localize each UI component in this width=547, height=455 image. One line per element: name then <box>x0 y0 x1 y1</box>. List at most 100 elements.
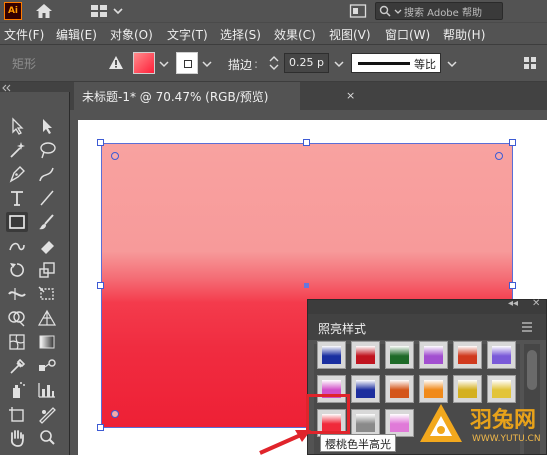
column-graph-tool-icon[interactable] <box>36 380 58 400</box>
style-swatch-blue-gloss[interactable] <box>317 341 346 369</box>
swatch-fill <box>390 414 409 432</box>
menu-bar: 文件(F) 编辑(E) 对象(O) 文字(T) 选择(S) 效果(C) 视图(V… <box>0 22 547 44</box>
close-panel-icon[interactable]: ✕ <box>532 298 540 309</box>
gradient-tool-icon[interactable] <box>36 332 58 352</box>
title-bar: Ai 搜索 Adobe 帮助 <box>0 0 547 22</box>
perspective-grid-tool-icon[interactable] <box>36 308 58 328</box>
rectangle-tool-icon[interactable] <box>6 212 28 232</box>
style-swatch-silver-gloss[interactable] <box>351 409 380 437</box>
pen-tool-icon[interactable] <box>6 164 28 184</box>
panel-menu-icon[interactable] <box>521 321 533 332</box>
selection-tool-icon[interactable] <box>6 116 28 136</box>
menu-edit[interactable]: 编辑(E) <box>56 26 97 43</box>
chevron-down-icon[interactable] <box>333 58 345 70</box>
lasso-tool-icon[interactable] <box>36 140 58 160</box>
chevron-down-icon[interactable] <box>201 58 213 70</box>
zoom-tool-icon[interactable] <box>36 428 58 448</box>
hand-tool-icon[interactable] <box>6 428 28 448</box>
document-tab[interactable]: 未标题-1* @ 70.47% (RGB/预览) <box>74 82 300 110</box>
style-swatch-pink-gloss[interactable] <box>385 409 414 437</box>
panel-title[interactable]: 照亮样式 <box>318 320 366 337</box>
fill-color-swatch[interactable] <box>133 52 155 74</box>
style-swatch-purple-blue[interactable] <box>487 341 516 369</box>
center-point <box>304 283 309 288</box>
menu-effect[interactable]: 效果(C) <box>274 26 316 43</box>
warning-icon[interactable] <box>108 55 124 71</box>
swatch-fill <box>424 346 443 364</box>
scale-tool-icon[interactable] <box>36 260 58 280</box>
resize-handle-bottom-left[interactable] <box>97 424 104 431</box>
paintbrush-tool-icon[interactable] <box>36 212 58 232</box>
resize-handle-top-right[interactable] <box>509 139 516 146</box>
stroke-profile-select[interactable]: 等比 <box>351 53 441 73</box>
watermark: 羽兔网 WWW.YUTU.CN <box>412 396 547 455</box>
menu-type[interactable]: 文字(T) <box>167 26 208 43</box>
chevron-down-icon[interactable] <box>158 58 170 70</box>
style-swatch-green-dark[interactable] <box>385 341 414 369</box>
width-tool-icon[interactable] <box>6 284 28 304</box>
resize-handle-top-left[interactable] <box>97 139 104 146</box>
workspace-grid-icon[interactable] <box>90 4 108 18</box>
close-icon[interactable]: × <box>346 89 355 102</box>
style-swatch-violet[interactable] <box>419 341 448 369</box>
style-swatch-navy-gloss[interactable] <box>351 375 380 403</box>
line-segment-tool-icon[interactable] <box>36 188 58 208</box>
direct-selection-tool-icon[interactable] <box>36 116 58 136</box>
corner-radius-widget[interactable] <box>111 410 119 418</box>
toolbar-collapse-bar[interactable] <box>0 82 70 92</box>
tools-panel <box>0 92 70 455</box>
swatch-fill <box>492 346 511 364</box>
scrollbar-thumb[interactable] <box>527 350 537 390</box>
magic-wand-tool-icon[interactable] <box>6 140 28 160</box>
chevron-down-icon[interactable] <box>112 4 124 18</box>
menu-object[interactable]: 对象(O) <box>110 26 153 43</box>
style-swatch-red-orange[interactable] <box>453 341 482 369</box>
menu-file[interactable]: 文件(F) <box>4 26 44 43</box>
free-transform-tool-icon[interactable] <box>36 284 58 304</box>
resize-handle-right[interactable] <box>509 282 516 289</box>
document-tab-title: 未标题-1* @ 70.47% (RGB/预览) <box>82 90 269 104</box>
mesh-tool-icon[interactable] <box>6 332 28 352</box>
shaper-tool-icon[interactable] <box>6 236 28 256</box>
curvature-tool-icon[interactable] <box>36 164 58 184</box>
stroke-label[interactable]: 描边 <box>228 56 252 73</box>
chevron-down-icon[interactable] <box>446 58 458 70</box>
swatch-fill <box>356 380 375 398</box>
watermark-logo <box>420 404 462 442</box>
search-icon <box>379 5 391 17</box>
corner-radius-widget[interactable] <box>111 152 119 160</box>
resize-handle-left[interactable] <box>97 282 104 289</box>
stroke-profile-label: 等比 <box>414 58 436 71</box>
symbol-sprayer-tool-icon[interactable] <box>6 380 28 400</box>
menu-window[interactable]: 窗口(W) <box>385 26 430 43</box>
pointer-arrow-icon <box>259 430 311 455</box>
artboard-tool-icon[interactable] <box>6 404 28 424</box>
slice-tool-icon[interactable] <box>36 404 58 424</box>
menu-select[interactable]: 选择(S) <box>220 26 261 43</box>
resize-handle-top[interactable] <box>303 139 310 146</box>
panel-top-bar: ◂◂ ✕ <box>308 298 546 314</box>
collapse-panel-icon[interactable]: ◂◂ <box>508 298 518 309</box>
eraser-tool-icon[interactable] <box>36 236 58 256</box>
watermark-url: WWW.YUTU.CN <box>472 434 541 444</box>
search-help-input[interactable]: 搜索 Adobe 帮助 <box>375 2 503 20</box>
shape-builder-tool-icon[interactable] <box>6 308 28 328</box>
eyedropper-tool-icon[interactable] <box>6 356 28 376</box>
stroke-width-spinner[interactable] <box>267 54 281 72</box>
home-icon[interactable] <box>34 2 54 20</box>
stroke-color-swatch[interactable] <box>176 52 198 74</box>
menu-view[interactable]: 视图(V) <box>329 26 371 43</box>
align-icon[interactable] <box>522 55 538 71</box>
swatch-tooltip: 樱桃色半高光 <box>320 434 396 452</box>
swatch-fill <box>356 414 375 432</box>
style-swatch-orange-red[interactable] <box>385 375 414 403</box>
corner-radius-widget[interactable] <box>495 152 503 160</box>
menu-help[interactable]: 帮助(H) <box>443 26 485 43</box>
blend-tool-icon[interactable] <box>36 356 58 376</box>
style-swatch-red-gloss[interactable] <box>351 341 380 369</box>
stroke-width-input[interactable]: 0.25 p <box>284 53 329 73</box>
rotate-tool-icon[interactable] <box>6 260 28 280</box>
search-placeholder: 搜索 Adobe 帮助 <box>404 8 482 19</box>
type-tool-icon[interactable] <box>6 188 28 208</box>
panel-layout-icon[interactable] <box>349 3 367 19</box>
